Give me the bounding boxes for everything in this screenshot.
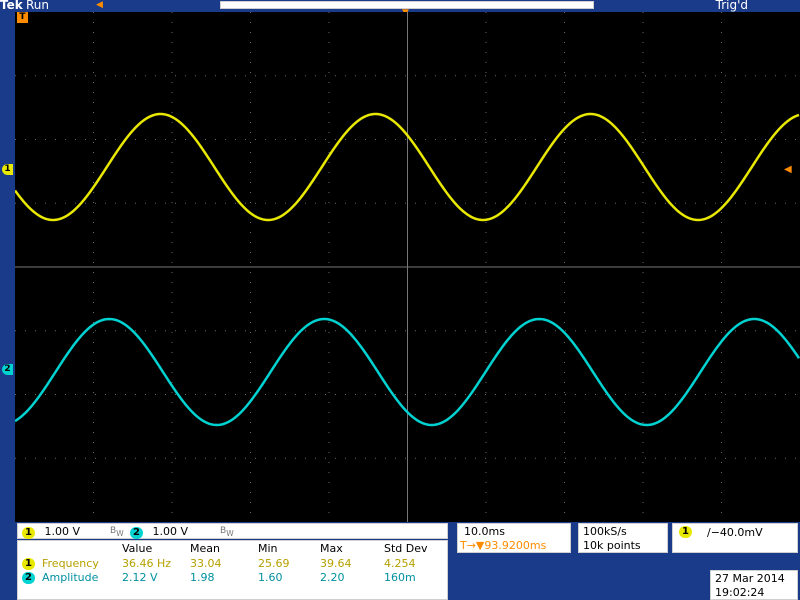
meas-label: Amplitude [42, 571, 99, 584]
trigger-position-marker[interactable]: T [17, 12, 28, 23]
meas-label: Frequency [42, 557, 99, 570]
channel-1-readout[interactable]: 1 1.00 V [22, 525, 80, 539]
meas-max: 39.64 [320, 557, 352, 570]
date-label: 27 Mar 2014 [715, 572, 785, 585]
bw-limit-icon: BW [110, 526, 124, 538]
channel-2-readout[interactable]: 2 1.00 V [130, 525, 188, 539]
meas-header-max: Max [320, 542, 343, 555]
meas-channel-chip: 2 [22, 572, 35, 584]
datetime-readout: 27 Mar 2014 19:02:24 [710, 570, 798, 600]
trigger-channel-chip: 1 [679, 526, 692, 538]
meas-value: 36.46 Hz [122, 557, 172, 570]
meas-min: 1.60 [258, 571, 283, 584]
meas-stddev: 4.254 [384, 557, 416, 570]
channel-1-scale: 1.00 V [44, 525, 81, 538]
meas-stddev: 160m [384, 571, 416, 584]
sample-rate: 100kS/s [583, 525, 627, 538]
status-bar: Tek Run ◀ ▼ Trig'd [0, 0, 800, 18]
trigger-readout[interactable]: 1 ∕−40.0mV [672, 523, 798, 553]
trigger-position: T→▼93.9200ms [460, 539, 547, 552]
meas-header-min: Min [258, 542, 278, 555]
waveform-screen[interactable] [15, 12, 800, 522]
channel-1-chip: 1 [22, 527, 35, 539]
trigger-level: ∕−40.0mV [707, 526, 763, 539]
waveform-graticule [15, 12, 800, 522]
meas-header-stddev: Std Dev [384, 542, 428, 555]
meas-max: 2.20 [320, 571, 345, 584]
channel-1-marker[interactable]: 1 [2, 164, 13, 175]
channel-2-marker[interactable]: 2 [2, 364, 13, 375]
meas-min: 25.69 [258, 557, 290, 570]
record-length: 10k points [583, 539, 641, 552]
record-position-icon: ◀ [96, 0, 103, 10]
channel-2-chip: 2 [130, 527, 143, 539]
meas-channel-chip: 1 [22, 558, 35, 570]
channel-2-scale: 1.00 V [152, 525, 189, 538]
meas-mean: 33.04 [190, 557, 222, 570]
acquisition-readout[interactable]: 100kS/s 10k points [578, 523, 668, 553]
meas-header-value: Value [122, 542, 153, 555]
acquisition-state: Run [26, 0, 50, 12]
time-per-div: 10.0ms [464, 525, 505, 538]
bw-limit-icon: BW [220, 526, 234, 538]
meas-mean: 1.98 [190, 571, 215, 584]
measurement-table[interactable]: Value Mean Min Max Std Dev 1 Frequency 3… [17, 540, 448, 600]
trigger-state: Trig'd [715, 0, 748, 12]
meas-header-mean: Mean [190, 542, 220, 555]
trigger-level-icon[interactable]: ◀ [784, 164, 792, 175]
channel-readout[interactable]: 1 1.00 V BW 2 1.00 V BW [17, 523, 448, 539]
meas-value: 2.12 V [122, 571, 158, 584]
brand-label: Tek [0, 0, 23, 12]
horizontal-readout[interactable]: 10.0ms T→▼93.9200ms [457, 523, 571, 553]
time-label: 19:02:24 [715, 586, 765, 599]
